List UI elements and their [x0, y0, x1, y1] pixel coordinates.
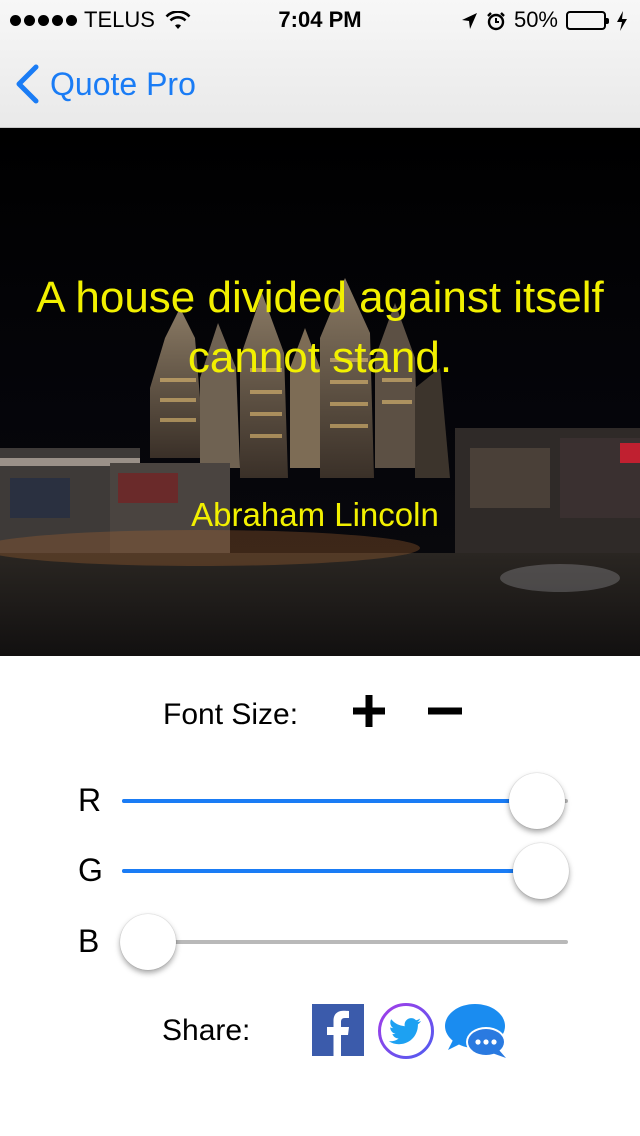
- quote-text: A house divided against itself cannot st…: [36, 273, 604, 382]
- blue-label: B: [78, 923, 100, 959]
- twitter-share-button[interactable]: [377, 1002, 435, 1065]
- share-row: Share:: [0, 1000, 640, 1064]
- quote-author: Abraham Lincoln: [191, 496, 439, 533]
- green-label: G: [78, 852, 103, 888]
- status-right: 50%: [460, 6, 628, 34]
- messages-icon: [445, 1004, 506, 1058]
- plus-icon: [353, 695, 385, 727]
- decrease-font-button[interactable]: [425, 691, 465, 731]
- quote-image: A house divided against itself cannot st…: [0, 128, 640, 656]
- city-skyline-image: [0, 128, 640, 656]
- font-size-label: Font Size:: [163, 698, 299, 731]
- red-slider-row: R: [0, 770, 640, 830]
- messages-share-button[interactable]: [444, 1002, 510, 1067]
- facebook-share-button[interactable]: [311, 1002, 365, 1061]
- blue-slider-track[interactable]: [122, 940, 568, 944]
- font-size-row: Font Size:: [0, 688, 640, 738]
- twitter-icon: [378, 1003, 434, 1059]
- battery-icon: [566, 10, 609, 30]
- facebook-icon: [312, 1004, 364, 1056]
- location-arrow-icon: [460, 10, 478, 30]
- red-slider-thumb[interactable]: [508, 773, 565, 829]
- back-button[interactable]: Quote Pro: [14, 62, 196, 106]
- green-slider-thumb[interactable]: [513, 843, 570, 899]
- blue-slider-row: B: [0, 911, 640, 971]
- chevron-left-icon: [14, 64, 40, 104]
- blue-slider-thumb[interactable]: [120, 914, 176, 970]
- red-label: R: [78, 782, 102, 818]
- screen: TELUS 7:04 PM 50% Quote Pro A house divi…: [0, 0, 640, 1136]
- green-slider-row: G: [0, 840, 640, 900]
- red-slider-track[interactable]: [122, 799, 568, 803]
- alarm-icon: [486, 10, 506, 31]
- increase-font-button[interactable]: [349, 691, 389, 731]
- share-label: Share:: [162, 1014, 251, 1047]
- top-bar: TELUS 7:04 PM 50% Quote Pro: [0, 0, 640, 128]
- battery-percent: 50%: [513, 7, 558, 32]
- minus-icon: [428, 707, 462, 715]
- back-label: Quote Pro: [50, 65, 196, 102]
- green-slider-track[interactable]: [122, 869, 568, 873]
- charging-bolt-icon: [616, 10, 628, 31]
